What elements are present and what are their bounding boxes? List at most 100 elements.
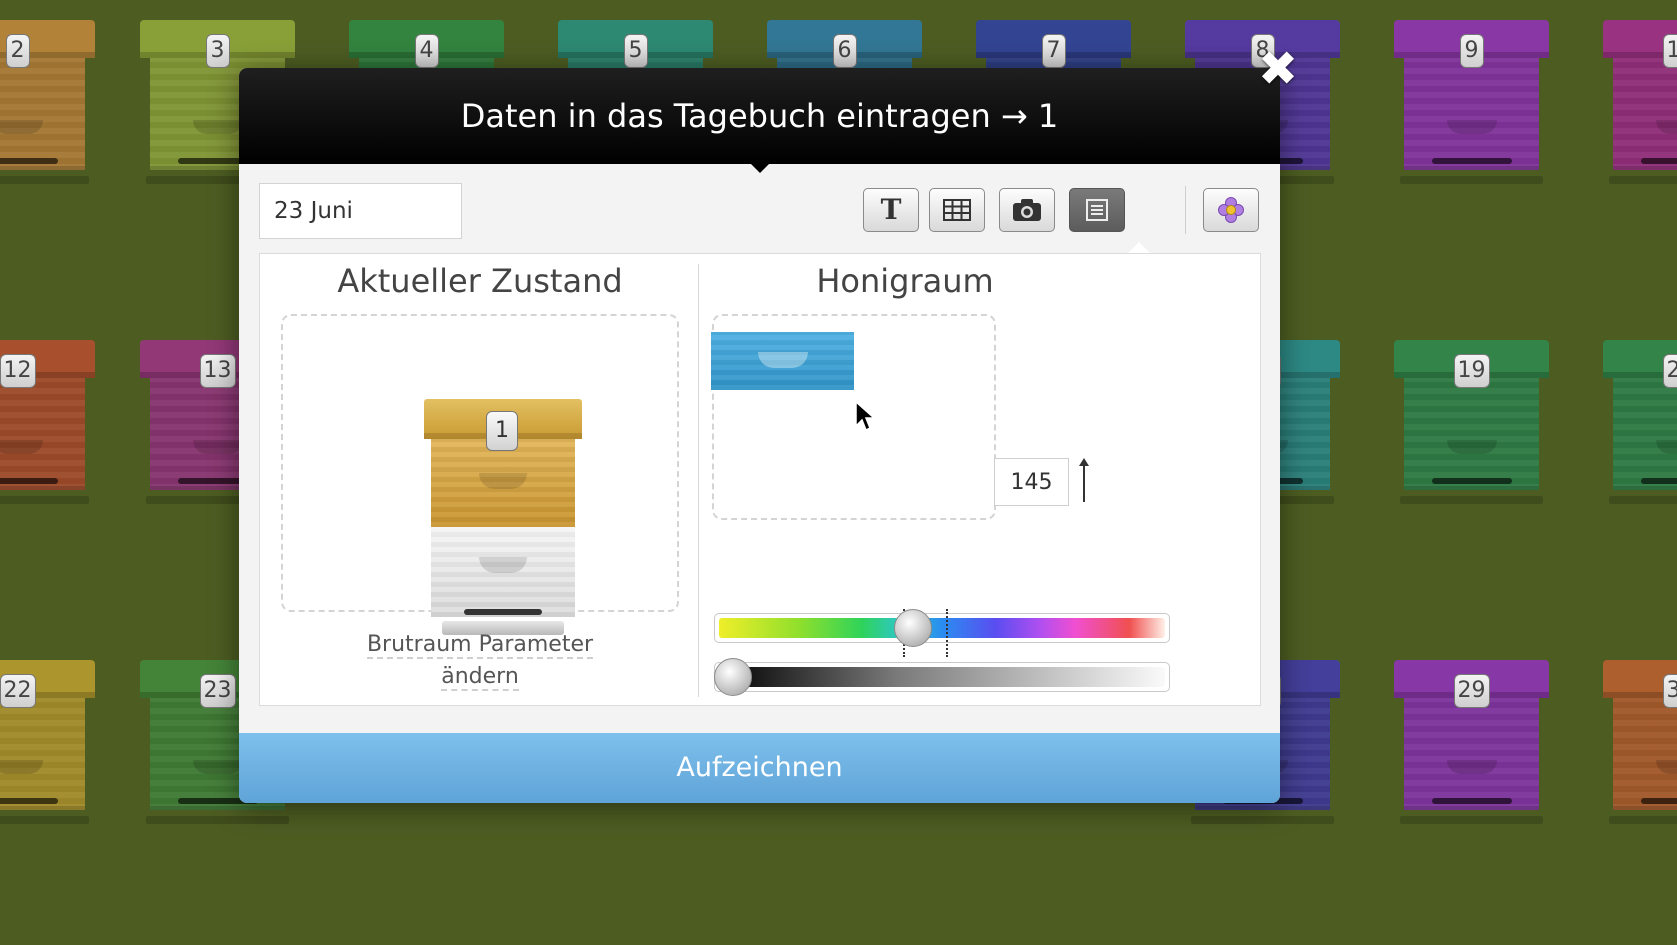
hive-config-panel: Aktueller Zustand 1 Brutraum Parameter ä… bbox=[259, 253, 1261, 706]
hive-number-badge: 6 bbox=[832, 34, 857, 68]
hive-number-badge: 2 bbox=[5, 34, 30, 68]
color-hue-slider[interactable] bbox=[714, 613, 1170, 643]
hive-number-badge: 3 bbox=[205, 34, 230, 68]
camera-icon bbox=[1013, 199, 1041, 221]
hive-body bbox=[1404, 698, 1539, 810]
shade-track bbox=[719, 667, 1165, 687]
hive-base bbox=[146, 816, 289, 824]
background-hive[interactable]: 19 bbox=[1394, 340, 1549, 504]
hive-entrance bbox=[1431, 478, 1512, 484]
dialog-title: Daten in das Tagebuch eintragen → 1 bbox=[239, 68, 1280, 164]
close-icon[interactable]: ✖ bbox=[1255, 45, 1301, 93]
hive-number-badge: 19 bbox=[1453, 354, 1490, 388]
super-handle bbox=[757, 352, 808, 368]
hive-body bbox=[0, 58, 85, 170]
current-state-title: Aktueller Zustand bbox=[337, 262, 623, 300]
mouse-cursor-icon bbox=[855, 400, 876, 432]
hive-handle bbox=[1446, 440, 1497, 454]
hive-entrance bbox=[1431, 798, 1512, 804]
hive-entrance bbox=[1640, 798, 1677, 804]
table-icon bbox=[943, 199, 971, 221]
hive-number-badge: 9 bbox=[1459, 34, 1484, 68]
hive-handle bbox=[479, 473, 527, 489]
arrow-up-icon bbox=[1079, 458, 1089, 502]
hive-entrance bbox=[1640, 158, 1677, 164]
hive-config-button[interactable] bbox=[1069, 188, 1125, 232]
hive-base bbox=[1609, 176, 1677, 184]
hive-base bbox=[0, 496, 89, 504]
hive-entrance bbox=[0, 798, 58, 804]
date-field[interactable] bbox=[259, 183, 462, 239]
current-hive-preview: 1 bbox=[281, 314, 679, 635]
hive-handle bbox=[1446, 760, 1497, 774]
hive-base bbox=[1609, 496, 1677, 504]
hue-track bbox=[719, 618, 1165, 638]
flower-icon bbox=[1218, 197, 1244, 223]
hive-handle bbox=[192, 760, 243, 774]
hive-number-badge: 4 bbox=[414, 34, 439, 68]
hive-number-badge: 23 bbox=[199, 674, 236, 708]
hive-body bbox=[0, 698, 85, 810]
hive-handle bbox=[479, 557, 527, 573]
hive-base bbox=[0, 176, 89, 184]
hive-number-badge: 10 bbox=[1662, 34, 1677, 68]
hive-handle bbox=[0, 440, 43, 454]
hive-body bbox=[1613, 378, 1677, 490]
background-hive[interactable]: 9 bbox=[1394, 20, 1549, 184]
hive-entrance bbox=[0, 478, 58, 484]
shade-slider-handle[interactable] bbox=[714, 658, 752, 696]
hive-handle bbox=[1446, 120, 1497, 134]
hive-base bbox=[0, 816, 89, 824]
hive-handle bbox=[0, 120, 43, 134]
brood-params-link-line1[interactable]: Brutraum Parameter bbox=[366, 632, 594, 659]
hive-handle bbox=[1655, 440, 1677, 454]
background-hive[interactable]: 29 bbox=[1394, 660, 1549, 824]
hive-number-badge: 12 bbox=[0, 354, 36, 388]
hue-slider-handle[interactable] bbox=[893, 609, 932, 647]
background-hive[interactable]: 20 bbox=[1603, 340, 1677, 504]
text-icon: T bbox=[880, 193, 902, 226]
hive-handle bbox=[192, 120, 243, 134]
hive-number-badge: 7 bbox=[1041, 34, 1066, 68]
hive-number-badge: 13 bbox=[199, 354, 236, 388]
guide-line-right bbox=[946, 609, 948, 657]
record-button[interactable]: Aufzeichnen bbox=[239, 733, 1280, 803]
height-field[interactable] bbox=[994, 458, 1069, 506]
hive-base bbox=[1609, 816, 1677, 824]
hive-number-badge: 20 bbox=[1662, 354, 1677, 388]
background-hive[interactable]: 22 bbox=[0, 660, 95, 824]
hive-upper-box bbox=[431, 439, 575, 527]
text-entry-button[interactable]: T bbox=[863, 188, 919, 232]
table-entry-button[interactable] bbox=[929, 188, 985, 232]
hive-number-badge: 30 bbox=[1662, 674, 1677, 708]
hive-body bbox=[0, 378, 85, 490]
hive-number-badge: 29 bbox=[1453, 674, 1490, 708]
hive-base bbox=[1191, 816, 1334, 824]
background-hive[interactable]: 30 bbox=[1603, 660, 1677, 824]
diary-entry-dialog: Daten in das Tagebuch eintragen → 1 T bbox=[239, 68, 1280, 803]
hive-base bbox=[1400, 496, 1543, 504]
brood-params-link-line2[interactable]: ändern bbox=[441, 664, 519, 691]
background-hive[interactable]: 2 bbox=[0, 20, 95, 184]
background-hive[interactable]: 12 bbox=[0, 340, 95, 504]
hive-body bbox=[1404, 58, 1539, 170]
background-hive[interactable]: 10 bbox=[1603, 20, 1677, 184]
hive-entrance bbox=[0, 158, 58, 164]
hive-number-badge: 5 bbox=[623, 34, 648, 68]
brood-params-link[interactable]: Brutraum Parameter ändern bbox=[260, 629, 700, 693]
hive-base bbox=[1400, 816, 1543, 824]
color-shade-slider[interactable] bbox=[714, 662, 1170, 692]
hive-handle bbox=[0, 760, 43, 774]
title-pointer bbox=[750, 163, 770, 173]
flower-button[interactable] bbox=[1203, 188, 1259, 232]
hive-entrance bbox=[464, 609, 542, 615]
hive-handle bbox=[192, 440, 243, 454]
honey-super-box[interactable] bbox=[711, 332, 854, 390]
hive-body bbox=[1404, 378, 1539, 490]
hive-body bbox=[1613, 698, 1677, 810]
list-icon bbox=[1086, 199, 1108, 221]
honey-super-title: Honigraum bbox=[816, 262, 994, 300]
photo-entry-button[interactable] bbox=[999, 188, 1055, 232]
hive-brood-box bbox=[431, 527, 575, 617]
hive-base bbox=[1400, 176, 1543, 184]
